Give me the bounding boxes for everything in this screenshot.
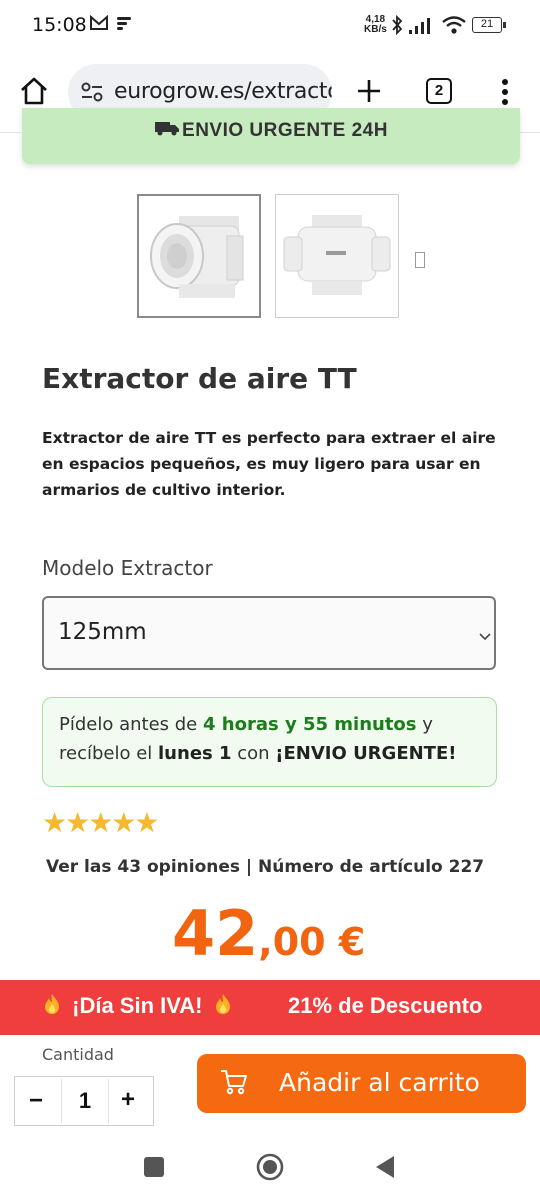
- new-tab-icon[interactable]: [354, 76, 384, 111]
- back-button[interactable]: [374, 1155, 396, 1184]
- product-title: Extractor de aire TT: [42, 362, 357, 395]
- price-integer: 42: [172, 897, 259, 970]
- quantity-stepper: − 1 +: [14, 1076, 154, 1126]
- add-to-cart-label: Añadir al carrito: [279, 1068, 480, 1097]
- add-to-cart-button[interactable]: Añadir al carrito: [197, 1054, 526, 1113]
- delivery-info-box: Pídelo antes de 4 horas y 55 minutos y r…: [42, 697, 497, 787]
- product-price: 42,00 €: [172, 897, 365, 970]
- recents-button[interactable]: [144, 1157, 164, 1177]
- battery-tip: [503, 22, 506, 28]
- network-speed: 4,18 KB/s: [364, 14, 387, 35]
- url-text[interactable]: eurogrow.es/extractor: [114, 79, 332, 104]
- signal-icon: [408, 15, 436, 40]
- delivery-countdown: 4 horas y 55 minutos: [202, 714, 417, 735]
- banner-text: ENVIO URGENTE 24H: [22, 120, 520, 142]
- tab-switcher-button[interactable]: 2: [426, 78, 452, 104]
- system-nav-bar: [0, 1135, 540, 1200]
- quantity-label: Cantidad: [42, 1045, 114, 1064]
- delivery-line-2: recíbelo el lunes 1 con ¡ENVIO URGENTE!: [59, 743, 457, 764]
- product-thumbnail-2[interactable]: [275, 194, 399, 318]
- price-decimal: ,00 €: [258, 920, 366, 964]
- extractor-image-1: [150, 216, 244, 298]
- home-icon[interactable]: [19, 76, 49, 111]
- clock: 15:08: [32, 14, 87, 36]
- notification-icon: [116, 15, 132, 36]
- more-menu-icon[interactable]: [500, 78, 510, 111]
- promo-discount: 21% de Descuento: [288, 993, 483, 1018]
- bluetooth-icon: [390, 14, 404, 41]
- home-button[interactable]: [256, 1153, 284, 1186]
- site-settings-icon[interactable]: [80, 81, 104, 108]
- model-select[interactable]: 125mm: [42, 596, 496, 670]
- cart-icon: [219, 1067, 249, 1102]
- reviews-link[interactable]: Ver las 43 opiniones | Número de artícul…: [46, 857, 484, 877]
- status-bar: 15:08 4,18 KB/s 21: [0, 0, 540, 52]
- fire-icon: [42, 993, 62, 1021]
- model-label: Modelo Extractor: [42, 556, 213, 580]
- chevron-down-icon: [478, 629, 492, 647]
- promo-left: ¡Día Sin IVA!: [42, 993, 233, 1021]
- wifi-icon: [441, 14, 467, 41]
- battery-indicator: 21: [472, 17, 502, 33]
- delivery-urgent: ¡ENVIO URGENTE!: [275, 743, 457, 764]
- truck-icon: [154, 120, 180, 142]
- product-thumbnail-1[interactable]: [137, 194, 261, 318]
- promo-bar: ¡Día Sin IVA! 21% de Descuento: [0, 980, 540, 1035]
- delivery-line-1: Pídelo antes de 4 horas y 55 minutos y: [59, 714, 433, 735]
- model-select-value: 125mm: [58, 619, 147, 645]
- product-description: Extractor de aire TT es perfecto para ex…: [42, 429, 496, 499]
- decrease-quantity-button[interactable]: −: [29, 1087, 43, 1115]
- delivery-day: lunes 1: [158, 743, 232, 764]
- extractor-image-2: [283, 215, 391, 295]
- urgent-shipping-banner: ENVIO URGENTE 24H: [22, 108, 520, 164]
- next-image-arrow[interactable]: [415, 252, 425, 268]
- rating-stars: ★★★★★: [42, 807, 160, 838]
- gmail-icon: [90, 14, 108, 36]
- increase-quantity-button[interactable]: +: [121, 1086, 135, 1114]
- fire-icon: [213, 993, 233, 1021]
- quantity-input[interactable]: 1: [61, 1079, 109, 1123]
